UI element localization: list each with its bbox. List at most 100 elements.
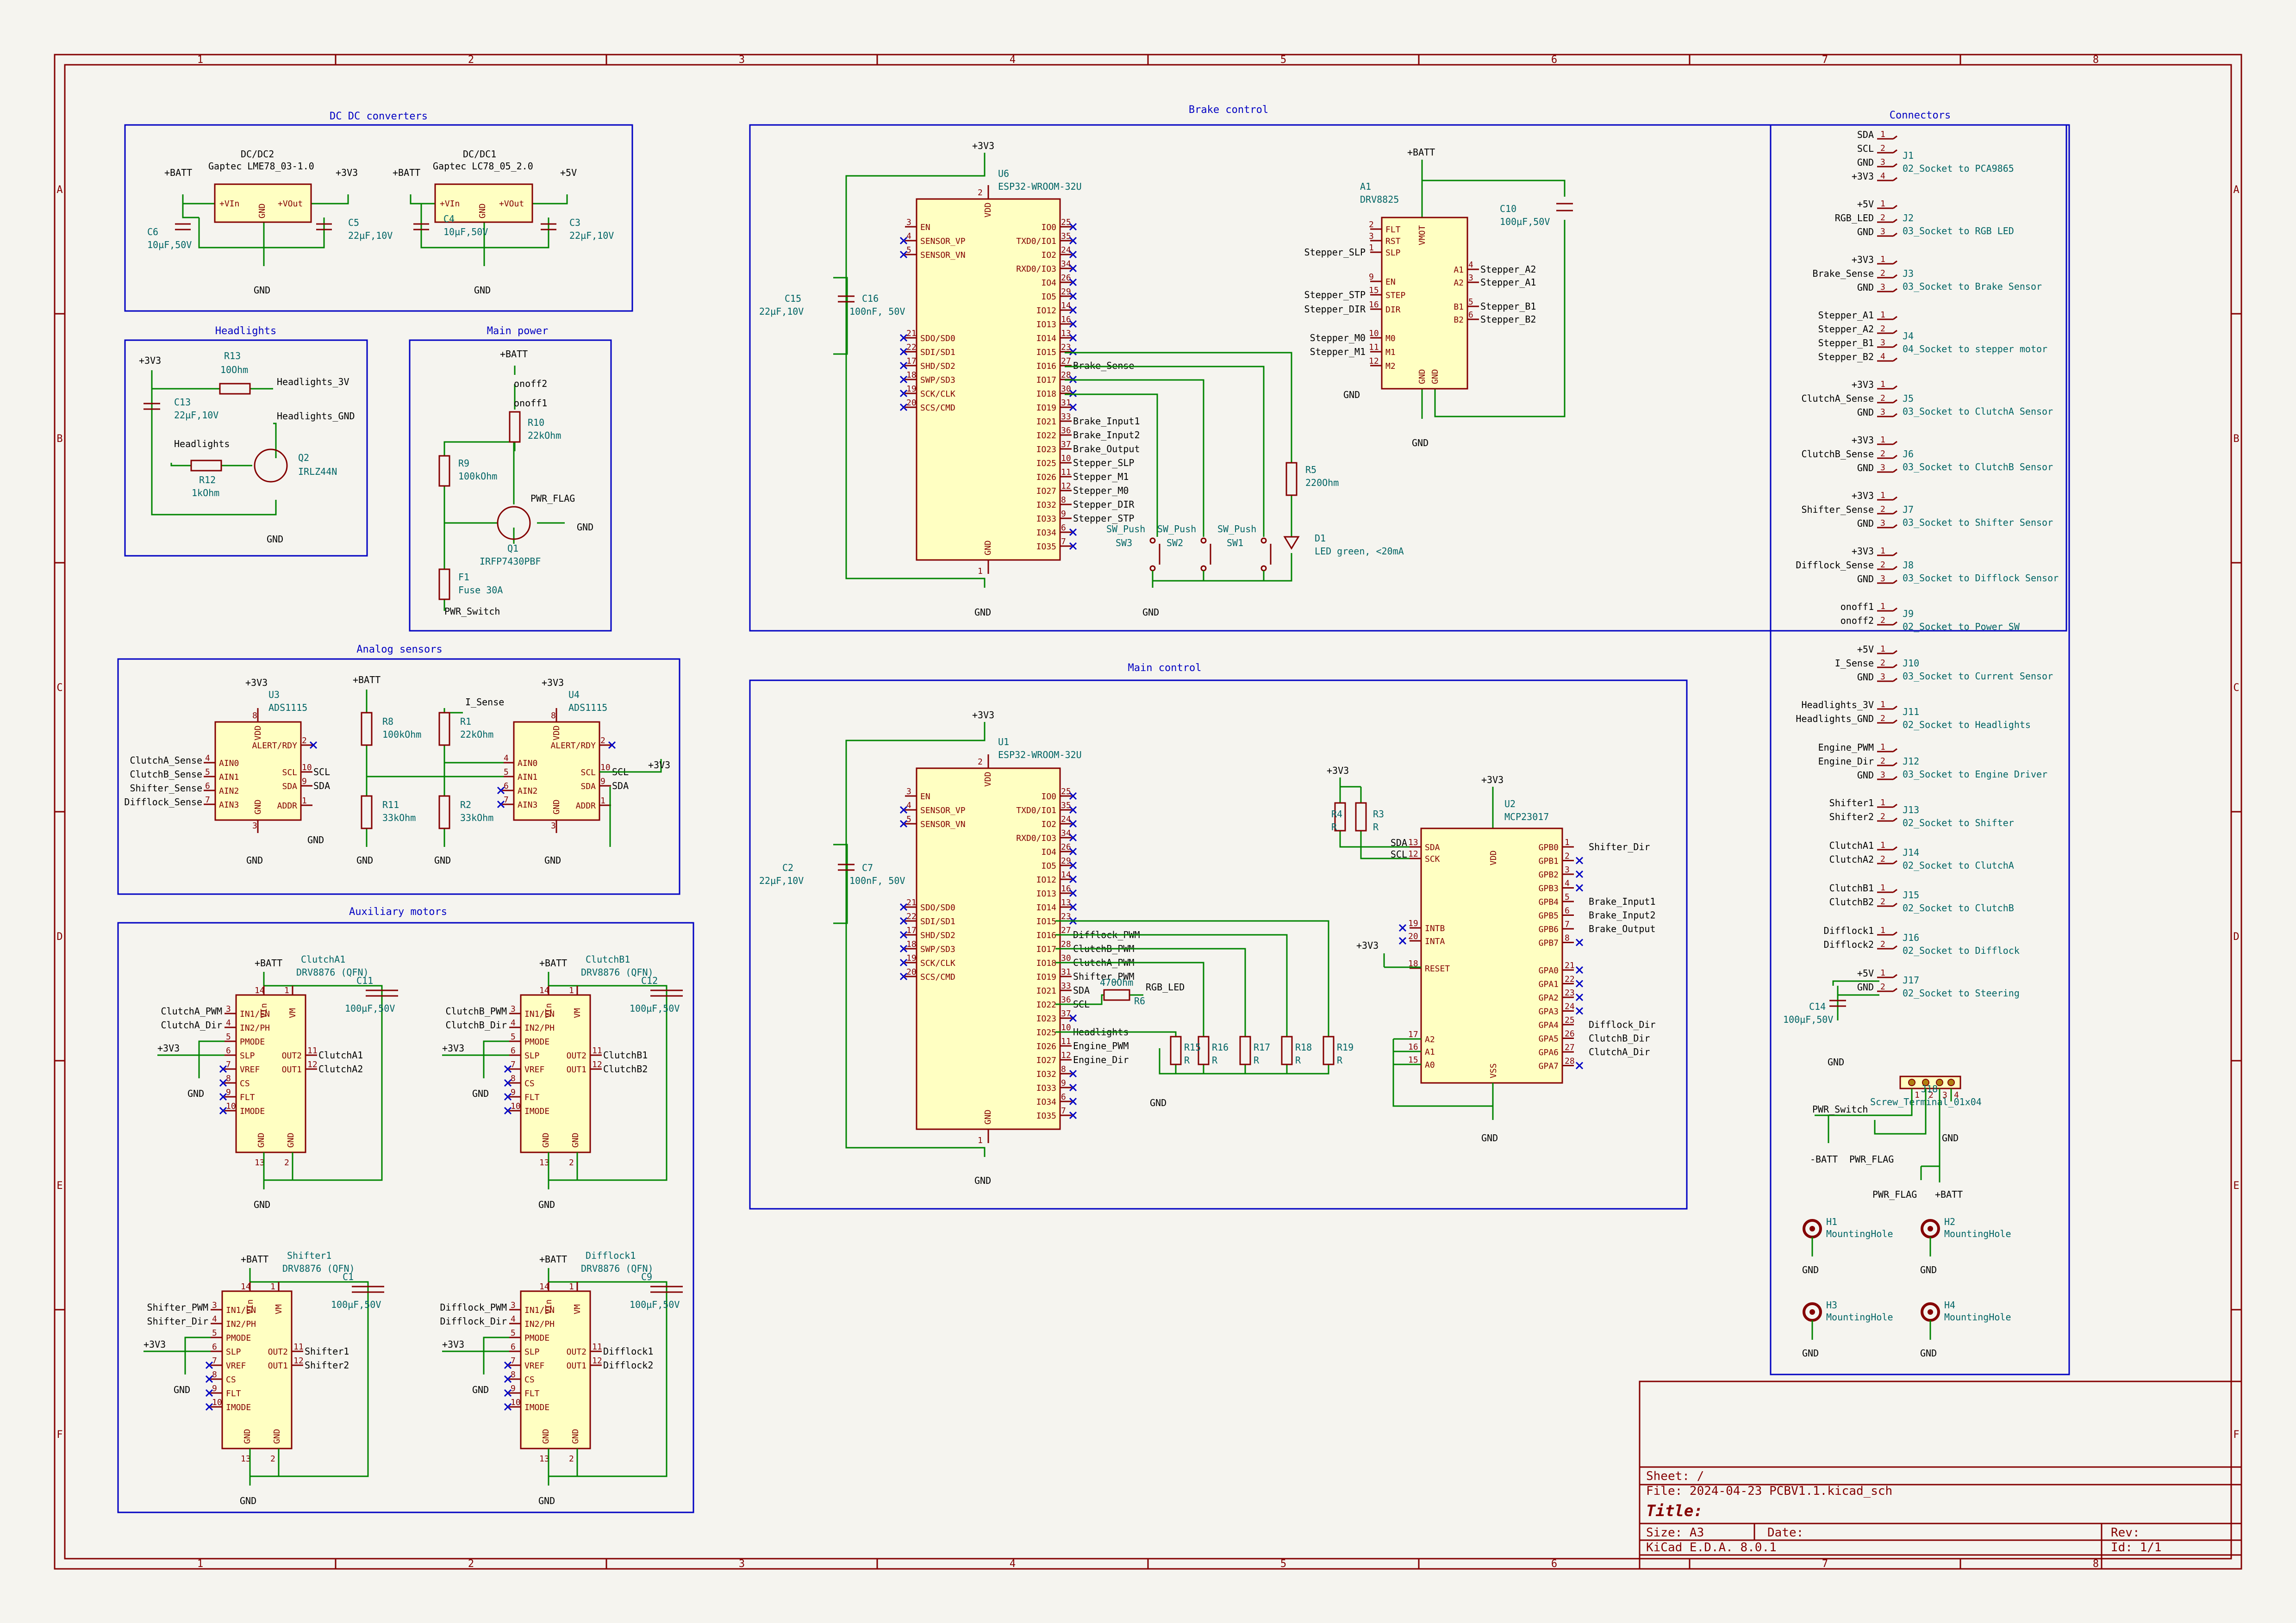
pin-number: 37: [1061, 440, 1071, 449]
connector-net: ClutchB_Sense: [1801, 448, 1874, 460]
pin-number: 4: [906, 231, 911, 241]
net-label: +BATT: [164, 167, 192, 178]
pin-number: 11: [307, 1046, 318, 1056]
pin-number: 36: [1061, 426, 1071, 435]
pin-label: GND: [286, 1132, 296, 1148]
ref-u1: U1: [998, 736, 1009, 747]
pin-number: 9: [226, 1088, 231, 1097]
pin-name: TXD0/IO1: [1016, 806, 1056, 815]
mounting-hole-icon: [1809, 1309, 1815, 1315]
val-c14: 100µF,50V: [1783, 1014, 1833, 1025]
connector-net: Shifter_Sense: [1801, 504, 1874, 515]
pin-number: 10: [511, 1101, 521, 1111]
title-label: Title:: [1646, 1502, 1703, 1520]
pin-name: SDI/SD1: [920, 348, 955, 357]
pin-number: 1: [1880, 255, 1885, 264]
val-r13: 10Ohm: [220, 364, 248, 375]
pin-label: +VIn: [219, 199, 239, 209]
pin-name: RXD0/IO3: [1016, 264, 1056, 274]
pin-name: GPA1: [1539, 980, 1559, 989]
pin-name: IO25: [1036, 459, 1056, 468]
connector-ref: J2: [1903, 212, 1914, 224]
pin-number: 2: [1880, 939, 1885, 949]
pin-number: 1: [270, 1282, 275, 1292]
pin-number: 3: [212, 1300, 217, 1310]
grid-col-label: 1: [197, 54, 203, 66]
pin-name: SCK: [1425, 854, 1440, 864]
pin-name: SWP/SD3: [920, 945, 955, 954]
pin-number: 1: [1880, 840, 1885, 850]
pin-number: 2: [1880, 393, 1885, 403]
pin-number: 6: [1565, 906, 1570, 916]
sw-type: SW_Push: [1106, 523, 1145, 535]
val-u6: ESP32-WROOM-32U: [998, 181, 1082, 192]
pin-number: 26: [1061, 273, 1071, 283]
block-title-dcdc: DC DC converters: [330, 111, 428, 122]
pin-number: 27: [1565, 1043, 1575, 1052]
pin-number: 3: [511, 1300, 516, 1310]
pin-name: SDI/SD1: [920, 917, 955, 927]
pin-name: AIN3: [518, 800, 537, 810]
val-u2: MCP23017: [1504, 811, 1549, 822]
connector-net: Stepper_B1: [1818, 337, 1874, 348]
pin-name: IO14: [1036, 334, 1056, 343]
pin-number: 4: [511, 1314, 516, 1324]
val-u1: ESP32-WROOM-32U: [998, 749, 1082, 760]
pin-name: IO35: [1036, 542, 1056, 552]
connector-net: +3V3: [1852, 435, 1874, 446]
pin-name: IO26: [1036, 1042, 1056, 1051]
grid-col-label: 2: [468, 54, 474, 66]
net-label: Stepper_M0: [1073, 485, 1129, 496]
pull-ref: R18: [1295, 1042, 1312, 1053]
net-label: PWR_FLAG: [1849, 1154, 1894, 1165]
pin-number: 5: [906, 245, 911, 255]
ref-j18: J18: [1921, 1083, 1938, 1094]
pin-number: 2: [270, 1454, 275, 1464]
pin-number: 18: [906, 939, 917, 949]
ref-c3: C3: [569, 217, 580, 228]
pin-number: 9: [1061, 1078, 1066, 1088]
sw-ref: SW3: [1116, 537, 1132, 548]
net-label: Stepper_B1: [1480, 301, 1536, 312]
pin-number: 1: [1880, 199, 1885, 209]
net-label: Shifter1: [305, 1346, 349, 1357]
gnd-label: GND: [974, 1175, 991, 1186]
net-label: Stepper_B2: [1480, 314, 1536, 325]
pin-number: 3: [906, 787, 911, 796]
pin-name: IO18: [1036, 389, 1056, 399]
connector-net: Brake_Sense: [1813, 268, 1874, 279]
pin-number: 3: [1880, 574, 1885, 584]
val-c7: 100nF, 50V: [849, 875, 905, 886]
pin-name: IO16: [1036, 361, 1056, 371]
pin-number: 5: [1468, 297, 1473, 307]
grid-row-label: F: [2233, 1429, 2239, 1441]
net-label: Difflock2: [603, 1360, 653, 1371]
pin-name: PMODE: [524, 1333, 549, 1343]
val-r2: 33kOhm: [460, 812, 493, 823]
connector-ref: J3: [1903, 268, 1914, 279]
connector-net: +5V: [1857, 968, 1874, 979]
pin-number: 9: [600, 777, 605, 786]
pin-name: RESET: [1425, 964, 1450, 974]
pin-number: 20: [1408, 932, 1418, 941]
mounting-hole-icon: [1928, 1309, 1933, 1315]
pin-name: PMODE: [226, 1333, 251, 1343]
net-label: +3V3: [972, 140, 994, 151]
pin-name: IO23: [1036, 1014, 1056, 1024]
pin-label: GND: [256, 1132, 266, 1148]
pin-name: PMODE: [240, 1037, 265, 1047]
net-label: RGB_LED: [1146, 982, 1185, 993]
pin-number: 4: [511, 1018, 516, 1028]
hole-ref: H4: [1944, 1300, 1955, 1311]
pin-number: 2: [302, 736, 307, 746]
pin-number: 34: [1061, 259, 1071, 269]
net-label: ClutchB_Dir: [446, 1020, 507, 1031]
pin-label: VM: [288, 1008, 298, 1018]
pin-number: 24: [1061, 245, 1071, 255]
pin-name: SENSOR_VN: [920, 250, 966, 260]
pin-number: 10: [1061, 454, 1071, 463]
pin-name: IN2/PH: [226, 1319, 256, 1329]
pin-number: 2: [1565, 852, 1570, 861]
ref-r4: R4: [1331, 808, 1342, 820]
pin-number: 2: [1880, 982, 1885, 992]
